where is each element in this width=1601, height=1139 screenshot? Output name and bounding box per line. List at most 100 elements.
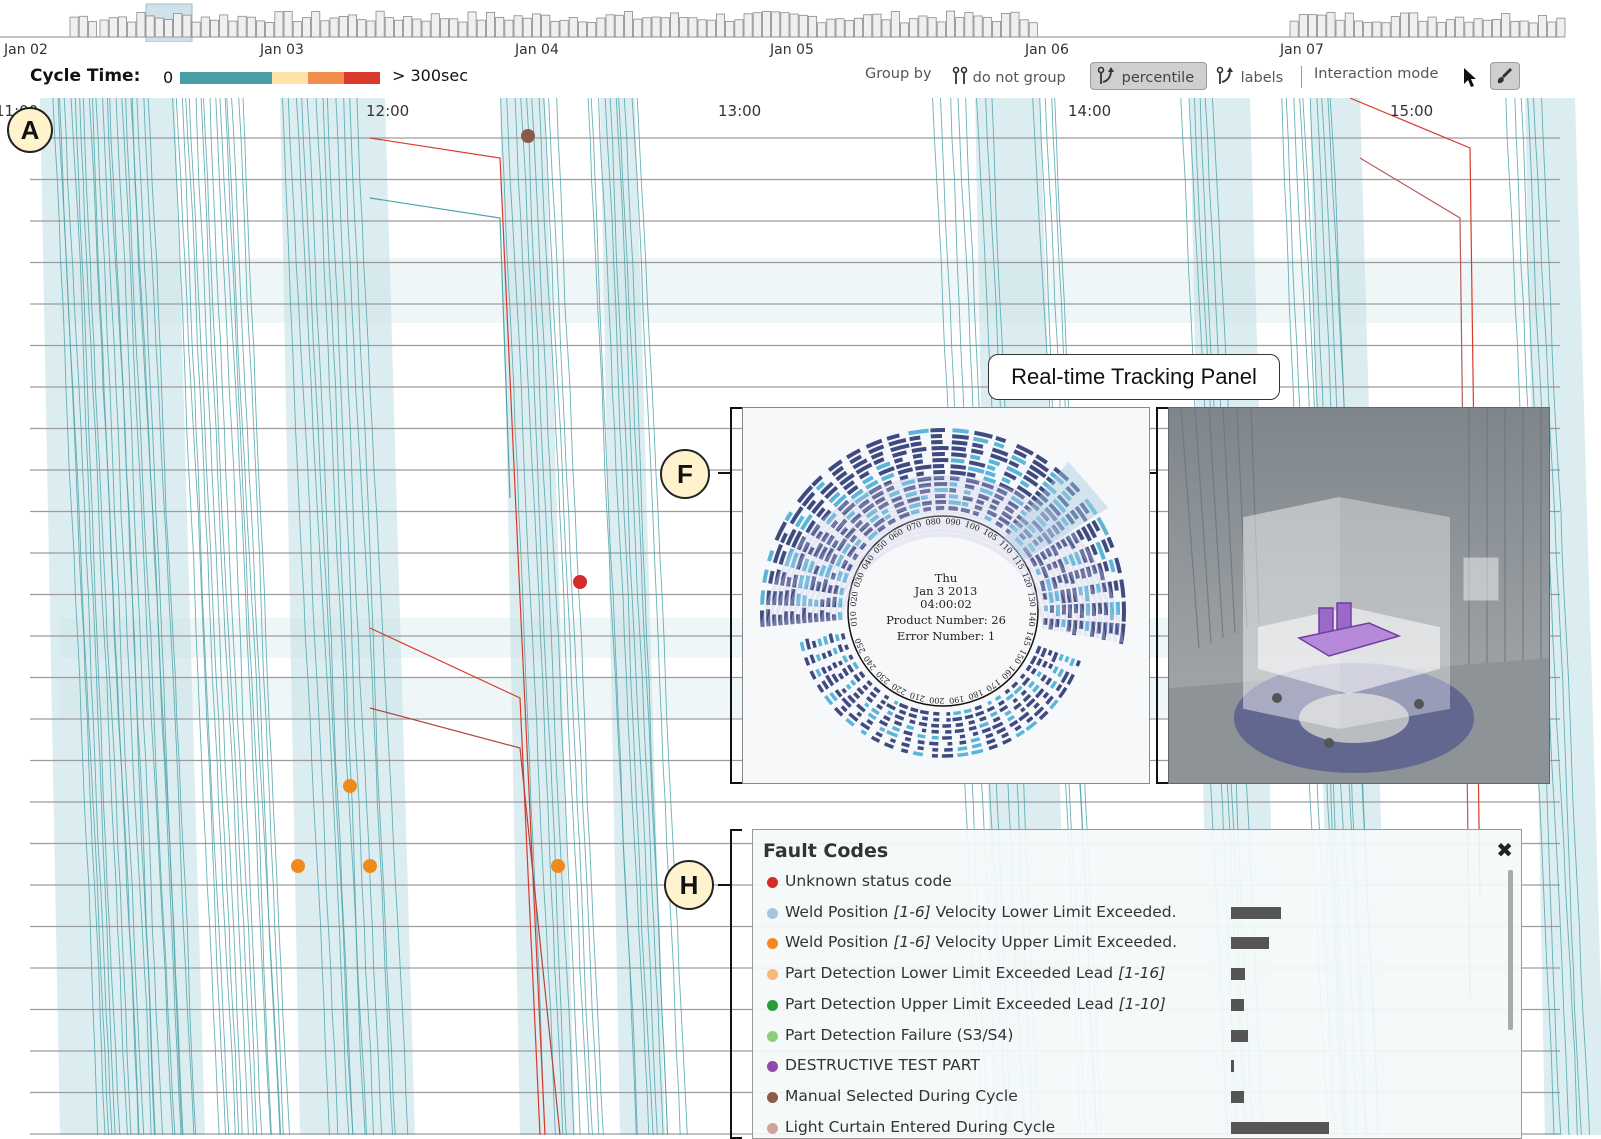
fault-code-row[interactable]: DESTRUCTIVE TEST PART [753, 1052, 1493, 1082]
cycle-arc [1027, 717, 1032, 721]
cycle-arc [908, 431, 928, 434]
fault-color-dot [767, 1123, 778, 1134]
overview-bar [1327, 13, 1335, 37]
cycle-arc [1105, 562, 1108, 572]
fault-code-label: Weld Position [1-6] Velocity Upper Limit… [785, 933, 1177, 951]
cycle-arc [834, 663, 837, 668]
cycle-arc [1042, 648, 1046, 657]
fault-marker[interactable] [291, 859, 305, 873]
radial-tick-label: 220 [890, 681, 908, 696]
fault-code-row[interactable]: Part Detection Lower Limit Exceeded Lead… [753, 960, 1493, 990]
cycle-arc [904, 732, 912, 734]
cycle-arc [1068, 675, 1073, 685]
fault-code-row[interactable]: Part Detection Upper Limit Exceeded Lead… [753, 991, 1493, 1021]
group-percentile-label: percentile [1122, 70, 1195, 86]
cycle-arc [912, 449, 926, 451]
overview-bar [256, 21, 264, 37]
cycle-arc [976, 712, 984, 715]
fault-list-scrollbar[interactable] [1508, 870, 1513, 1030]
overview-bar [302, 18, 310, 37]
cycle-arc [996, 696, 1001, 699]
cycle-arc [1098, 518, 1107, 535]
fault-code-row[interactable]: Weld Position [1-6] Velocity Upper Limit… [753, 929, 1493, 959]
cycle-arc [1071, 659, 1074, 666]
overview-bar [1345, 13, 1353, 37]
overview-bar [983, 17, 991, 37]
cycle-arc [848, 665, 852, 672]
product-path [210, 98, 257, 1135]
cycle-arc [980, 718, 986, 720]
cycle-arc [1042, 675, 1046, 681]
cycle-arc [1027, 699, 1034, 706]
fault-marker[interactable] [363, 859, 377, 873]
overview-bar [229, 21, 237, 37]
overview-histogram[interactable] [0, 0, 1601, 42]
overview-bar [146, 16, 154, 37]
cycle-arc [901, 750, 908, 752]
cycle-arc [817, 669, 820, 676]
cycle-arc [909, 715, 917, 717]
fault-code-row[interactable]: Part Detection Failure (S3/S4) [753, 1022, 1493, 1052]
cycle-arc [893, 452, 907, 456]
cycle-arc [958, 748, 967, 749]
cycle-arc [898, 469, 912, 473]
cycle-arc [994, 444, 1004, 447]
overview-bar [1437, 22, 1445, 37]
cycle-arc [929, 743, 938, 744]
overview-bar [79, 16, 87, 37]
product-path [201, 98, 248, 1135]
fault-code-row[interactable]: Manual Selected During Cycle [753, 1083, 1493, 1113]
cycle-arc [829, 651, 831, 657]
cycle-arc [997, 728, 1006, 732]
overview-bar [578, 22, 586, 37]
close-icon[interactable]: ✖ [1496, 838, 1513, 862]
cycle-arc [892, 727, 899, 730]
fault-marker[interactable] [343, 779, 357, 793]
cycle-arc [880, 721, 888, 725]
fault-marker[interactable] [551, 859, 565, 873]
pointer-mode-button[interactable] [1462, 66, 1478, 92]
overview-bar [615, 15, 623, 37]
fault-code-row[interactable]: Light Curtain Entered During Cycle [753, 1114, 1493, 1139]
cycle-arc [917, 735, 925, 736]
group-no-group-option[interactable]: do not group [952, 66, 1066, 86]
overview-bar [1446, 20, 1454, 37]
group-labels-option[interactable]: labels [1216, 66, 1283, 86]
cycle-arc [964, 710, 971, 712]
machine-3d-view[interactable] [1168, 407, 1550, 784]
bracket-h [730, 829, 742, 1139]
cycle-arc [823, 667, 826, 673]
fault-code-row[interactable]: Unknown status code [753, 868, 1493, 898]
fault-codes-panel[interactable]: Fault Codes ✖ Unknown status codeWeld Po… [752, 829, 1522, 1139]
overview-bar [394, 20, 402, 37]
cycle-arc [1110, 560, 1113, 572]
cycle-arc [1002, 479, 1010, 483]
radial-product-number: Product Number: 26 [743, 614, 1149, 627]
brush-mode-button[interactable] [1490, 62, 1520, 90]
cycle-arc [817, 655, 819, 661]
overview-bar [220, 15, 228, 37]
overview-bar [1548, 22, 1556, 37]
cycle-arc [1059, 669, 1063, 676]
cycle-arc [843, 669, 847, 676]
cycle-arc [993, 723, 1003, 728]
fault-marker[interactable] [573, 575, 587, 589]
radial-cycle-panel[interactable]: 0100200300400500600700800901001051101151… [742, 407, 1150, 784]
overview-timeline[interactable]: Jan 02Jan 03Jan 04Jan 05Jan 06Jan 07 [0, 0, 1601, 64]
cycle-arc [891, 445, 909, 450]
cycle-arc [842, 706, 847, 711]
cycle-arc [1021, 674, 1024, 678]
group-labels-icon [1216, 66, 1236, 86]
group-percentile-option[interactable]: percentile [1097, 66, 1194, 86]
cycle-arc [1057, 685, 1061, 691]
cycle-arc [1034, 703, 1038, 707]
fault-marker[interactable] [521, 129, 535, 143]
overview-bar [459, 22, 467, 37]
time-axis-label: 14:00 [1068, 102, 1111, 120]
fault-code-row[interactable]: Weld Position [1-6] Velocity Lower Limit… [753, 899, 1493, 929]
cycle-arc [846, 645, 848, 650]
overview-bar [643, 18, 651, 37]
cycle-arc [1054, 667, 1057, 673]
cycle-arc [918, 748, 924, 749]
bracket-h-tick [718, 884, 730, 886]
